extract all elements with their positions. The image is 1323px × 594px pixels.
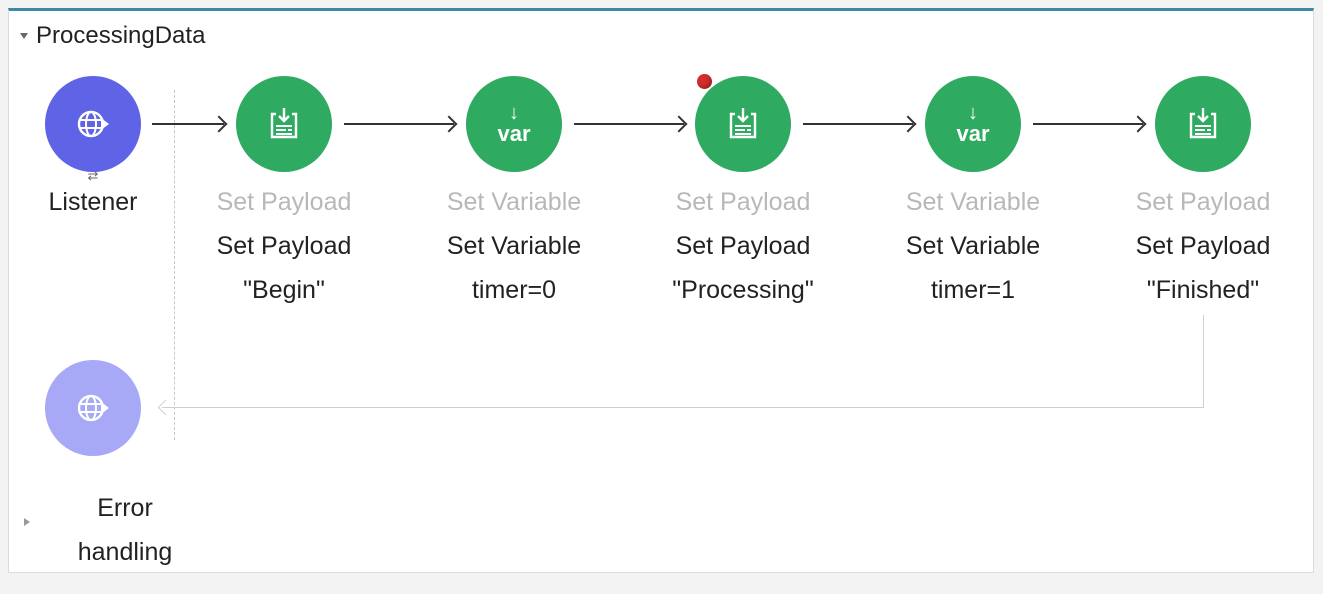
collapse-triangle-icon[interactable]	[20, 33, 28, 39]
flow-arrow	[152, 123, 224, 125]
set-payload-finished-label: Set Payload Set Payload "Finished"	[1135, 188, 1271, 304]
return-line	[1203, 315, 1204, 408]
flow-header[interactable]: ProcessingData	[20, 22, 205, 50]
return-line	[162, 407, 1204, 408]
var-icon: ↓ var	[956, 102, 990, 146]
var-icon: ↓ var	[497, 102, 531, 146]
set-payload-begin-node[interactable]	[236, 76, 332, 172]
flow-arrow	[803, 123, 913, 125]
listener-node[interactable]: ⇄	[45, 76, 141, 183]
set-payload-finished-node[interactable]	[1155, 76, 1251, 172]
set-payload-processing-node[interactable]	[695, 76, 791, 172]
flow-arrow	[1033, 123, 1143, 125]
breakpoint-dot[interactable]	[697, 74, 712, 89]
expand-triangle-icon[interactable]	[24, 518, 30, 526]
set-variable-timer0-node[interactable]: ↓ var	[466, 76, 562, 172]
set-variable-timer1-node[interactable]: ↓ var	[925, 76, 1021, 172]
flow-arrow	[344, 123, 454, 125]
set-payload-icon	[729, 108, 757, 139]
globe-icon	[77, 110, 109, 138]
source-divider	[174, 90, 175, 440]
set-payload-processing-label: Set Payload Set Payload "Processing"	[672, 188, 814, 304]
flow-arrow	[574, 123, 684, 125]
set-payload-icon	[1189, 108, 1217, 139]
set-payload-icon	[270, 108, 298, 139]
listener-label: Listener	[48, 188, 138, 216]
set-payload-begin-label: Set Payload Set Payload "Begin"	[216, 188, 352, 304]
globe-icon	[77, 394, 109, 422]
error-handling-label[interactable]: Error handling	[55, 486, 195, 574]
set-variable-timer1-label: Set Variable Set Variable timer=1	[905, 188, 1041, 304]
response-node[interactable]	[45, 360, 141, 456]
set-variable-timer0-label: Set Variable Set Variable timer=0	[446, 188, 582, 304]
flow-title: ProcessingData	[36, 22, 206, 49]
